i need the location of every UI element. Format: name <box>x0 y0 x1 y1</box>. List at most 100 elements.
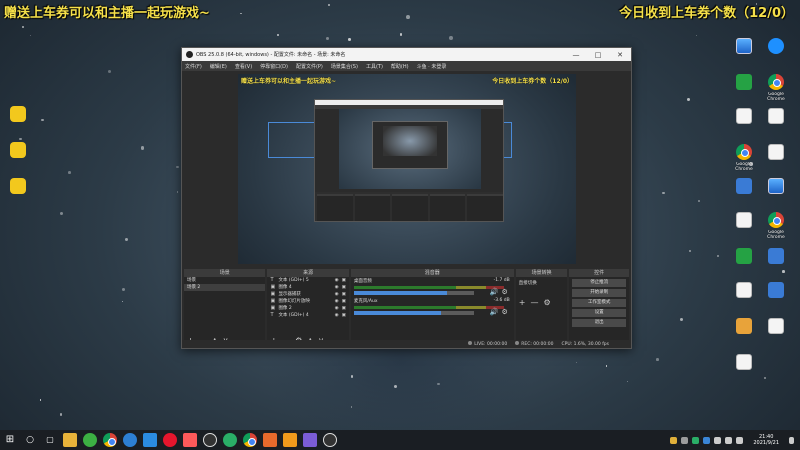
taskbar-clock[interactable]: 21:40 2021/9/21 <box>747 434 785 447</box>
desktop-icon[interactable]: Google Chrome <box>728 144 760 172</box>
app-icon[interactable] <box>303 433 317 447</box>
tray-app-icon[interactable] <box>681 436 689 444</box>
lock-icon[interactable]: ▣ <box>342 277 346 284</box>
source-item[interactable]: T 文本 (GDI+) 5 ◉ ▣ <box>267 277 348 284</box>
desktop-icon[interactable] <box>728 108 760 126</box>
menu-tools[interactable]: 工具(T) <box>366 63 383 70</box>
eye-icon[interactable]: ◉ <box>335 277 339 284</box>
desktop-icon[interactable]: Google Chrome <box>760 212 792 240</box>
wechat-icon[interactable] <box>223 433 237 447</box>
notification-icon[interactable] <box>789 436 794 444</box>
close-button[interactable]: ✕ <box>609 48 631 61</box>
chrome-icon[interactable] <box>243 433 257 447</box>
menu-douyu-account[interactable]: 斗鱼 · 未登录 <box>417 63 447 70</box>
scene-item[interactable]: 场景 2 <box>184 284 266 291</box>
desktop-icon[interactable] <box>760 318 792 336</box>
desktop-icon[interactable] <box>728 38 760 56</box>
menu-help[interactable]: 帮助(H) <box>391 63 409 70</box>
desktop-icon[interactable] <box>2 142 34 160</box>
desktop-icon[interactable] <box>728 318 760 336</box>
orange-app-icon[interactable] <box>283 433 297 447</box>
green-app-icon[interactable] <box>83 433 97 447</box>
source-item[interactable]: ▣ 显示器捕获 ◉ ▣ <box>267 291 348 298</box>
tray-app-icon[interactable] <box>692 436 700 444</box>
maximize-button[interactable]: □ <box>587 48 609 61</box>
folder-icon[interactable] <box>63 433 77 447</box>
stream-preview[interactable]: 赠送上车券可以和主播一起玩游戏~ 今日收到上车券个数（12/0） <box>238 74 576 264</box>
volume-slider[interactable] <box>353 291 474 295</box>
tray-app-icon[interactable] <box>670 436 678 444</box>
gear-icon[interactable]: ⚙ <box>501 288 507 296</box>
task-view-icon[interactable]: ▢ <box>43 433 57 447</box>
desktop-icon[interactable] <box>760 144 792 162</box>
volume-icon[interactable] <box>725 436 733 444</box>
lock-icon[interactable]: ▣ <box>342 312 346 319</box>
obs-titlebar[interactable]: OBS 25.0.8 (64-bit, windows) - 配置文件: 未命名… <box>182 48 631 61</box>
chrome-icon[interactable] <box>103 433 117 447</box>
desktop-icon[interactable] <box>760 282 792 300</box>
edge-icon[interactable] <box>123 433 137 447</box>
app-icon[interactable] <box>263 433 277 447</box>
menu-profile[interactable]: 配置文件(P) <box>296 63 323 70</box>
volume-slider[interactable] <box>353 311 474 315</box>
search-icon[interactable]: ○ <box>23 433 37 447</box>
source-item[interactable]: ▣ 图像幻灯片放映 ◉ ▣ <box>267 298 348 305</box>
battery-icon[interactable] <box>736 436 744 444</box>
menu-edit[interactable]: 编辑(E) <box>210 63 227 70</box>
shield-icon[interactable] <box>703 436 711 444</box>
desktop-icon[interactable] <box>2 106 34 124</box>
desktop-icon[interactable] <box>728 354 760 372</box>
windows-icon[interactable]: ⊞ <box>3 433 17 447</box>
desktop-icon[interactable] <box>728 74 760 92</box>
menu-file[interactable]: 文件(F) <box>185 63 202 70</box>
eye-icon[interactable]: ◉ <box>335 298 339 305</box>
lock-icon[interactable]: ▣ <box>342 291 346 298</box>
transition-select[interactable]: 直接切换 <box>516 277 568 289</box>
exit-button[interactable]: 退出 <box>572 319 626 327</box>
minimize-button[interactable]: — <box>565 48 587 61</box>
speaker-icon[interactable]: 🔊 <box>490 308 499 316</box>
studio-mode-button[interactable]: 工作室模式 <box>572 299 626 307</box>
source-item[interactable]: T 文本 (GDI+) 4 ◉ ▣ <box>267 312 348 319</box>
obs-icon[interactable] <box>203 433 217 447</box>
stop-streaming-button[interactable]: 停止推流 <box>572 279 626 287</box>
desktop-icon[interactable] <box>728 212 760 230</box>
menu-docks[interactable]: 停靠窗口(D) <box>260 63 288 70</box>
network-icon[interactable] <box>714 436 722 444</box>
desktop-icon[interactable] <box>728 248 760 266</box>
speaker-icon[interactable]: 🔊 <box>490 288 499 296</box>
app-icon[interactable] <box>143 433 157 447</box>
lock-icon[interactable]: ▣ <box>342 284 346 291</box>
source-item[interactable]: ▣ 图像 4 ◉ ▣ <box>267 284 348 291</box>
desktop-icon[interactable] <box>760 38 792 56</box>
obs-icon[interactable] <box>323 433 337 447</box>
transition-settings-gear-icon[interactable]: ⚙ <box>543 298 550 307</box>
gear-icon[interactable]: ⚙ <box>501 308 507 316</box>
desktop-icon[interactable] <box>760 108 792 126</box>
eye-icon[interactable]: ◉ <box>335 284 339 291</box>
image-source-icon: ▣ <box>270 284 276 290</box>
eye-icon[interactable]: ◉ <box>335 291 339 298</box>
scene-item[interactable]: 场景 <box>184 277 265 284</box>
lock-icon[interactable]: ▣ <box>342 298 346 305</box>
source-item[interactable]: ▣ 图像 2 ◉ ▣ <box>267 305 348 312</box>
app-icon[interactable] <box>183 433 197 447</box>
desktop-icon[interactable] <box>728 282 760 300</box>
weibo-icon[interactable] <box>163 433 177 447</box>
settings-button[interactable]: 设置 <box>572 309 626 317</box>
add-transition-button[interactable]: + <box>519 298 526 307</box>
lock-icon[interactable]: ▣ <box>342 305 346 312</box>
menu-scene-collection[interactable]: 场景集合(S) <box>331 63 358 70</box>
menu-view[interactable]: 查看(V) <box>235 63 252 70</box>
desktop-icon[interactable]: Google Chrome <box>760 74 792 102</box>
snowflake <box>240 12 242 15</box>
eye-icon[interactable]: ◉ <box>335 305 339 312</box>
desktop-icon[interactable] <box>760 248 792 266</box>
desktop-icon[interactable] <box>760 178 792 196</box>
eye-icon[interactable]: ◉ <box>335 312 339 319</box>
desktop-icon[interactable] <box>2 178 34 196</box>
desktop-icon[interactable] <box>728 178 760 196</box>
start-recording-button[interactable]: 开始录制 <box>572 289 626 297</box>
controls-dock-title: 控件 <box>569 269 629 277</box>
remove-transition-button[interactable]: — <box>530 298 538 307</box>
